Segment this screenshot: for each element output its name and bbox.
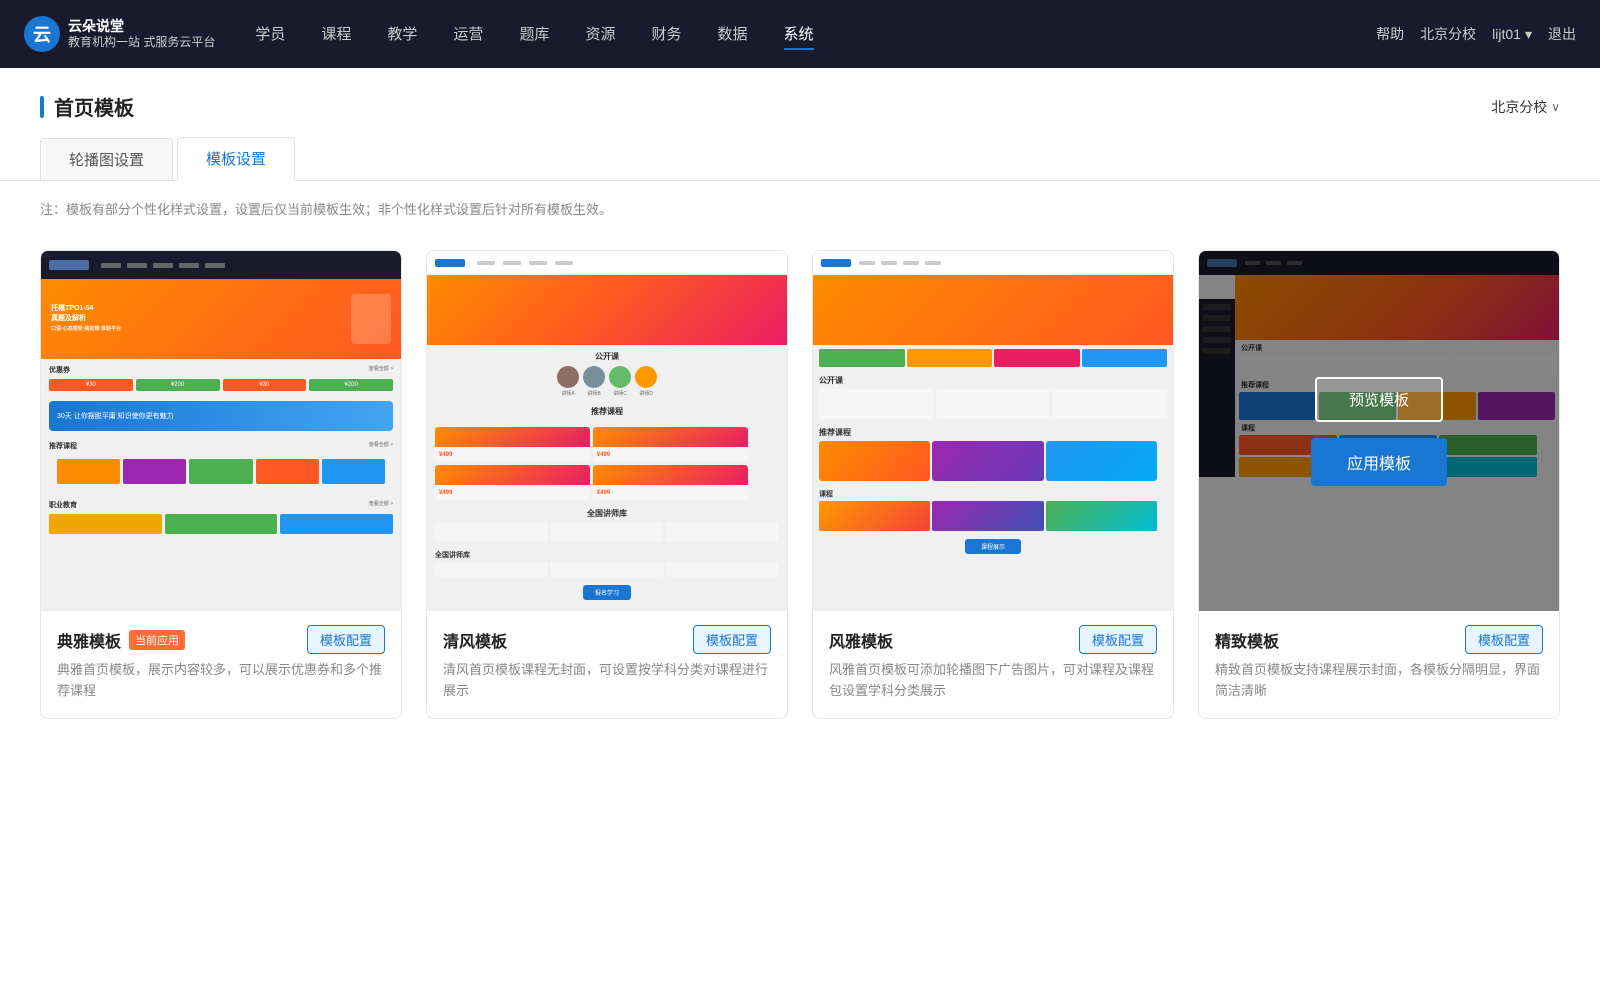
navbar: 云 云朵说堂 教育机构一站 式服务云平台 学员 课程 教学 运营 题库 资源 财… <box>0 0 1600 68</box>
template-desc-jingzhi: 精致首页模板支持课程展示封面，各模板分隔明显，界面简洁清晰 <box>1215 660 1543 702</box>
nav-xueyuan[interactable]: 学员 <box>255 19 285 50</box>
apply-button-jingzhi[interactable]: 应用模板 <box>1311 438 1447 486</box>
template-name-qingfeng: 清风模板 <box>443 628 507 652</box>
config-button-dianye[interactable]: 模板配置 <box>307 625 385 654</box>
chevron-down-icon: ∨ <box>1551 100 1560 114</box>
templates-grid: 托福TPO1-54真题及解析口语·心态感受·搞定题·体验平台 优惠券查看全部 >… <box>0 226 1600 759</box>
nav-caiwu[interactable]: 财务 <box>651 19 681 50</box>
template-info-qingfeng: 清风模板 模板配置 清风首页模板课程无封面，可设置按学科分类对课程进行展示 <box>427 611 787 718</box>
template-card-fengya: 公开课 推荐课程 <box>812 250 1174 719</box>
logo-text: 云朵说堂 教育机构一站 式服务云平台 <box>68 17 215 51</box>
nav-jiaoxue[interactable]: 教学 <box>387 19 417 50</box>
template-info-jingzhi: 精致模板 模板配置 精致首页模板支持课程展示封面，各模板分隔明显，界面简洁清晰 <box>1199 611 1559 718</box>
config-button-jingzhi[interactable]: 模板配置 <box>1465 625 1543 654</box>
nav-tiku[interactable]: 题库 <box>519 19 549 50</box>
logo-icon: 云 <box>24 16 60 52</box>
main-nav: 学员 课程 教学 运营 题库 资源 财务 数据 系统 <box>255 19 1376 50</box>
template-preview-dianye: 托福TPO1-54真题及解析口语·心态感受·搞定题·体验平台 优惠券查看全部 >… <box>41 251 401 611</box>
config-button-qingfeng[interactable]: 模板配置 <box>693 625 771 654</box>
template-name-dianye: 典雅模板 <box>57 628 121 652</box>
tabs: 轮播图设置 模板设置 <box>0 137 1600 181</box>
main-content: 首页模板 北京分校 ∨ 轮播图设置 模板设置 注：模板有部分个性化样式设置，设置… <box>0 68 1600 990</box>
username: lijt01 <box>1492 26 1521 42</box>
template-card-dianye: 托福TPO1-54真题及解析口语·心态感受·搞定题·体验平台 优惠券查看全部 >… <box>40 250 402 719</box>
branch-link[interactable]: 北京分校 <box>1420 24 1476 44</box>
config-button-fengya[interactable]: 模板配置 <box>1079 625 1157 654</box>
template-info-fengya: 风雅模板 模板配置 风雅首页模板可添加轮播图下广告图片，可对课程及课程包设置学科… <box>813 611 1173 718</box>
page-title: 首页模板 <box>40 92 134 121</box>
template-preview-qingfeng: 公开课 讲师A 讲师B 讲 <box>427 251 787 611</box>
note-text: 注：模板有部分个性化样式设置，设置后仅当前模板生效；非个性化样式设置后针对所有模… <box>0 181 1600 226</box>
template-overlay-jingzhi: 预览模板 应用模板 <box>1199 251 1559 611</box>
nav-yunying[interactable]: 运营 <box>453 19 483 50</box>
logo: 云 云朵说堂 教育机构一站 式服务云平台 <box>24 16 215 52</box>
help-link[interactable]: 帮助 <box>1376 24 1404 44</box>
template-name-jingzhi: 精致模板 <box>1215 628 1279 652</box>
template-desc-fengya: 风雅首页模板可添加轮播图下广告图片，可对课程及课程包设置学科分类展示 <box>829 660 1157 702</box>
template-info-dianye: 典雅模板 当前应用 模板配置 典雅首页模板，展示内容较多，可以展示优惠券和多个推… <box>41 611 401 718</box>
nav-xitong[interactable]: 系统 <box>784 19 814 50</box>
template-preview-jingzhi: 公开课 推荐课程 <box>1199 251 1559 611</box>
page-header: 首页模板 北京分校 ∨ <box>0 68 1600 137</box>
template-desc-qingfeng: 清风首页模板课程无封面，可设置按学科分类对课程进行展示 <box>443 660 771 702</box>
template-preview-fengya: 公开课 推荐课程 <box>813 251 1173 611</box>
tab-template[interactable]: 模板设置 <box>177 137 295 181</box>
template-name-fengya: 风雅模板 <box>829 628 893 652</box>
tab-carousel[interactable]: 轮播图设置 <box>40 138 173 180</box>
nav-shuju[interactable]: 数据 <box>717 19 747 50</box>
template-card-jingzhi: 公开课 推荐课程 <box>1198 250 1560 719</box>
user-dropdown[interactable]: lijt01 ▾ <box>1492 26 1532 43</box>
logout-link[interactable]: 退出 <box>1548 24 1576 44</box>
current-badge: 当前应用 <box>129 630 185 650</box>
nav-kecheng[interactable]: 课程 <box>321 19 351 50</box>
navbar-right: 帮助 北京分校 lijt01 ▾ 退出 <box>1376 24 1576 44</box>
preview-button-jingzhi[interactable]: 预览模板 <box>1315 377 1443 422</box>
template-desc-dianye: 典雅首页模板，展示内容较多，可以展示优惠券和多个推荐课程 <box>57 660 385 702</box>
dropdown-icon: ▾ <box>1525 26 1532 43</box>
template-card-qingfeng: 公开课 讲师A 讲师B 讲 <box>426 250 788 719</box>
branch-selector[interactable]: 北京分校 ∨ <box>1491 97 1560 117</box>
nav-ziyuan[interactable]: 资源 <box>585 19 615 50</box>
